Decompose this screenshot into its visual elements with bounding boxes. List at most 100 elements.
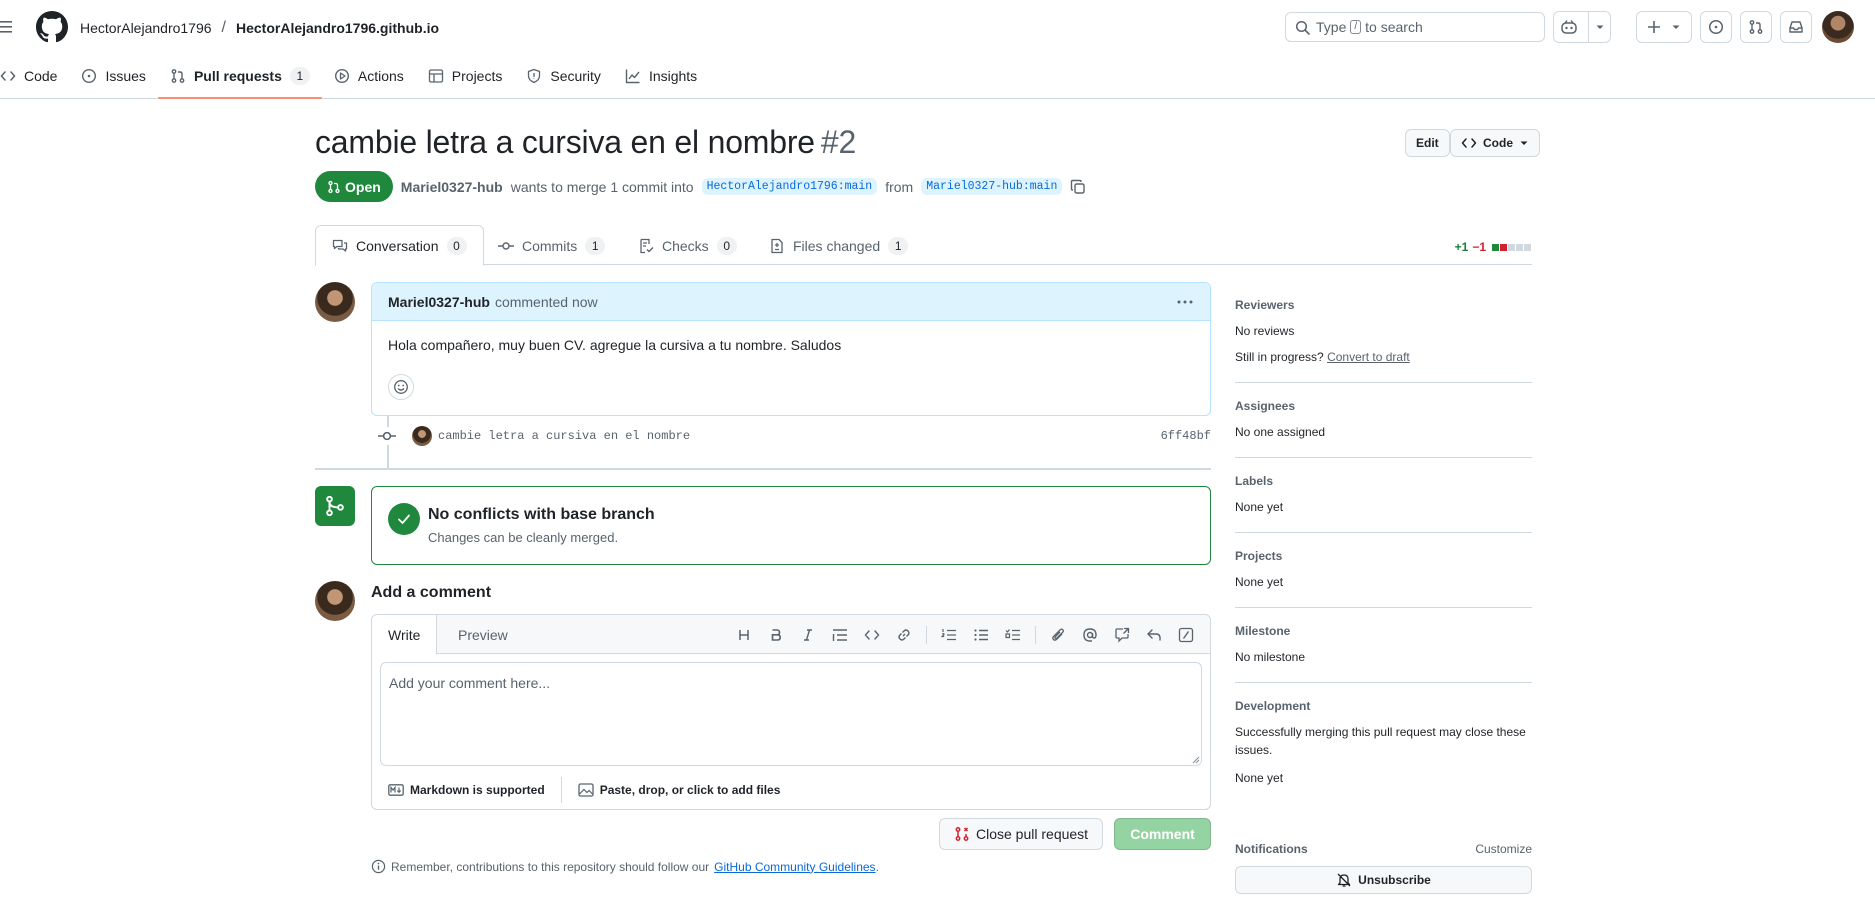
paperclip-icon[interactable]	[1042, 623, 1074, 647]
markdown-icon	[388, 784, 404, 796]
italic-icon[interactable]	[792, 623, 824, 647]
repo-nav-issues[interactable]: Issues	[69, 62, 157, 90]
repo-nav-code[interactable]: Code	[0, 62, 69, 90]
pr-author-link[interactable]: Mariel0327-hub	[401, 179, 503, 195]
milestone-heading[interactable]: Milestone	[1235, 624, 1532, 638]
copy-icon[interactable]	[1070, 179, 1086, 195]
plus-icon	[1647, 20, 1661, 34]
search-input[interactable]: Type / to search	[1285, 12, 1545, 42]
page-title: cambie letra a cursiva en el nombre #2	[315, 124, 856, 161]
sidebar-labels: Labels None yet	[1235, 458, 1532, 533]
code-dropdown-button[interactable]: Code	[1450, 129, 1540, 157]
customize-link[interactable]: Customize	[1475, 842, 1532, 856]
labels-heading[interactable]: Labels	[1235, 474, 1532, 488]
tab-conversation[interactable]: Conversation 0	[315, 225, 484, 266]
hamburger-menu-icon[interactable]	[0, 17, 16, 37]
commit-sha-link[interactable]: 6ff48bf	[1161, 429, 1211, 443]
close-pull-request-button[interactable]: Close pull request	[939, 818, 1104, 850]
head-branch-label[interactable]: Mariel0327-hub:main	[921, 178, 1063, 195]
commit-message-link[interactable]: cambie letra a cursiva en el nombre	[438, 429, 690, 443]
comment-author-avatar[interactable]	[315, 282, 355, 322]
task-list-icon[interactable]	[997, 623, 1029, 647]
repo-owner-link[interactable]: HectorAlejandro1796	[80, 20, 212, 36]
issues-button[interactable]	[1700, 11, 1732, 43]
repo-nav-label: Insights	[648, 68, 698, 84]
base-branch-label[interactable]: HectorAlejandro1796:main	[701, 178, 878, 195]
tab-files-changed[interactable]: Files changed 1	[753, 225, 924, 266]
check-icon	[388, 503, 420, 535]
commit-author-avatar[interactable]	[412, 426, 432, 446]
tab-files-changed-label: Files changed	[793, 237, 881, 254]
search-placeholder-end: to search	[1365, 19, 1423, 35]
tab-commits[interactable]: Commits 1	[482, 225, 621, 266]
cross-reference-icon[interactable]	[1106, 623, 1138, 647]
unordered-list-icon[interactable]	[965, 623, 997, 647]
sidebar-assignees: Assignees No one assigned	[1235, 383, 1532, 458]
user-avatar[interactable]	[1822, 11, 1854, 43]
repo-nav-actions[interactable]: Actions	[322, 62, 416, 90]
tab-write[interactable]: Write	[372, 615, 438, 655]
repo-nav-insights[interactable]: Insights	[613, 62, 709, 90]
ordered-list-icon[interactable]	[933, 623, 965, 647]
comment-submit-button[interactable]: Comment	[1114, 818, 1211, 850]
comment-textarea[interactable]: Add your comment here...	[380, 662, 1202, 766]
tab-files-changed-count: 1	[888, 236, 909, 255]
inbox-button[interactable]	[1780, 11, 1812, 43]
image-icon	[578, 783, 594, 797]
projects-heading[interactable]: Projects	[1235, 549, 1532, 563]
unsubscribe-label: Unsubscribe	[1358, 873, 1431, 887]
comment-editor: Write Preview Add your comment here... M…	[371, 614, 1211, 810]
current-user-avatar[interactable]	[315, 581, 355, 621]
markdown-note: Markdown is supported	[410, 783, 545, 797]
pull-requests-button[interactable]	[1740, 11, 1772, 43]
tab-preview[interactable]: Preview	[442, 615, 524, 654]
pull-request-icon	[327, 180, 341, 194]
add-reaction-button[interactable]	[388, 374, 414, 400]
shield-icon	[526, 68, 542, 84]
repo-nav-security[interactable]: Security	[514, 62, 613, 90]
mention-icon[interactable]	[1074, 623, 1106, 647]
editor-header: Write Preview	[372, 615, 1210, 655]
toolbar-divider	[926, 626, 927, 644]
github-logo-icon[interactable]	[36, 11, 68, 43]
copilot-icon	[1560, 19, 1578, 35]
inbox-icon	[1788, 19, 1804, 35]
attach-files-button[interactable]: Paste, drop, or click to add files	[562, 783, 797, 797]
repo-nav-pull-requests[interactable]: Pull requests 1	[157, 62, 322, 99]
markdown-help-link[interactable]: Markdown is supported	[372, 783, 561, 797]
community-guidelines-link[interactable]: GitHub Community Guidelines	[714, 860, 875, 874]
diffstat-blocks	[1492, 243, 1532, 251]
quote-icon[interactable]	[824, 623, 856, 647]
comment-author-link[interactable]: Mariel0327-hub	[388, 294, 490, 310]
repo-name-link[interactable]: HectorAlejandro1796.github.io	[236, 20, 439, 36]
kebab-menu-icon[interactable]	[1176, 293, 1194, 311]
reviewers-heading[interactable]: Reviewers	[1235, 298, 1532, 312]
unsubscribe-button[interactable]: Unsubscribe	[1235, 866, 1532, 894]
diffstat: +1 −1	[1455, 240, 1532, 254]
tab-checks[interactable]: Checks 0	[622, 225, 753, 266]
tab-checks-count: 0	[716, 236, 737, 255]
development-heading[interactable]: Development	[1235, 699, 1532, 713]
repo-nav-label: Projects	[451, 68, 503, 84]
notifications-row: Notifications Customize	[1235, 842, 1532, 856]
copilot-button[interactable]	[1553, 11, 1611, 43]
convert-to-draft-link[interactable]: Convert to draft	[1327, 350, 1410, 364]
assignees-heading[interactable]: Assignees	[1235, 399, 1532, 413]
slash-command-icon[interactable]	[1170, 623, 1202, 647]
reply-icon[interactable]	[1138, 623, 1170, 647]
heading-icon[interactable]	[728, 623, 760, 647]
resize-handle-icon[interactable]	[1192, 756, 1200, 764]
development-text: Successfully merging this pull request m…	[1235, 725, 1526, 757]
bold-icon[interactable]	[760, 623, 792, 647]
close-pull-request-label: Close pull request	[976, 826, 1089, 842]
sidebar-milestone: Milestone No milestone	[1235, 608, 1532, 683]
info-icon	[371, 859, 386, 874]
code-icon[interactable]	[856, 623, 888, 647]
reviewers-value: No reviews	[1235, 324, 1295, 338]
sidebar-development: Development Successfully merging this pu…	[1235, 683, 1532, 803]
edit-title-button[interactable]: Edit	[1405, 129, 1450, 157]
merge-status-subtitle: Changes can be cleanly merged.	[428, 530, 619, 545]
link-icon[interactable]	[888, 623, 920, 647]
repo-nav-projects[interactable]: Projects	[416, 62, 515, 90]
create-new-button[interactable]	[1636, 11, 1692, 43]
